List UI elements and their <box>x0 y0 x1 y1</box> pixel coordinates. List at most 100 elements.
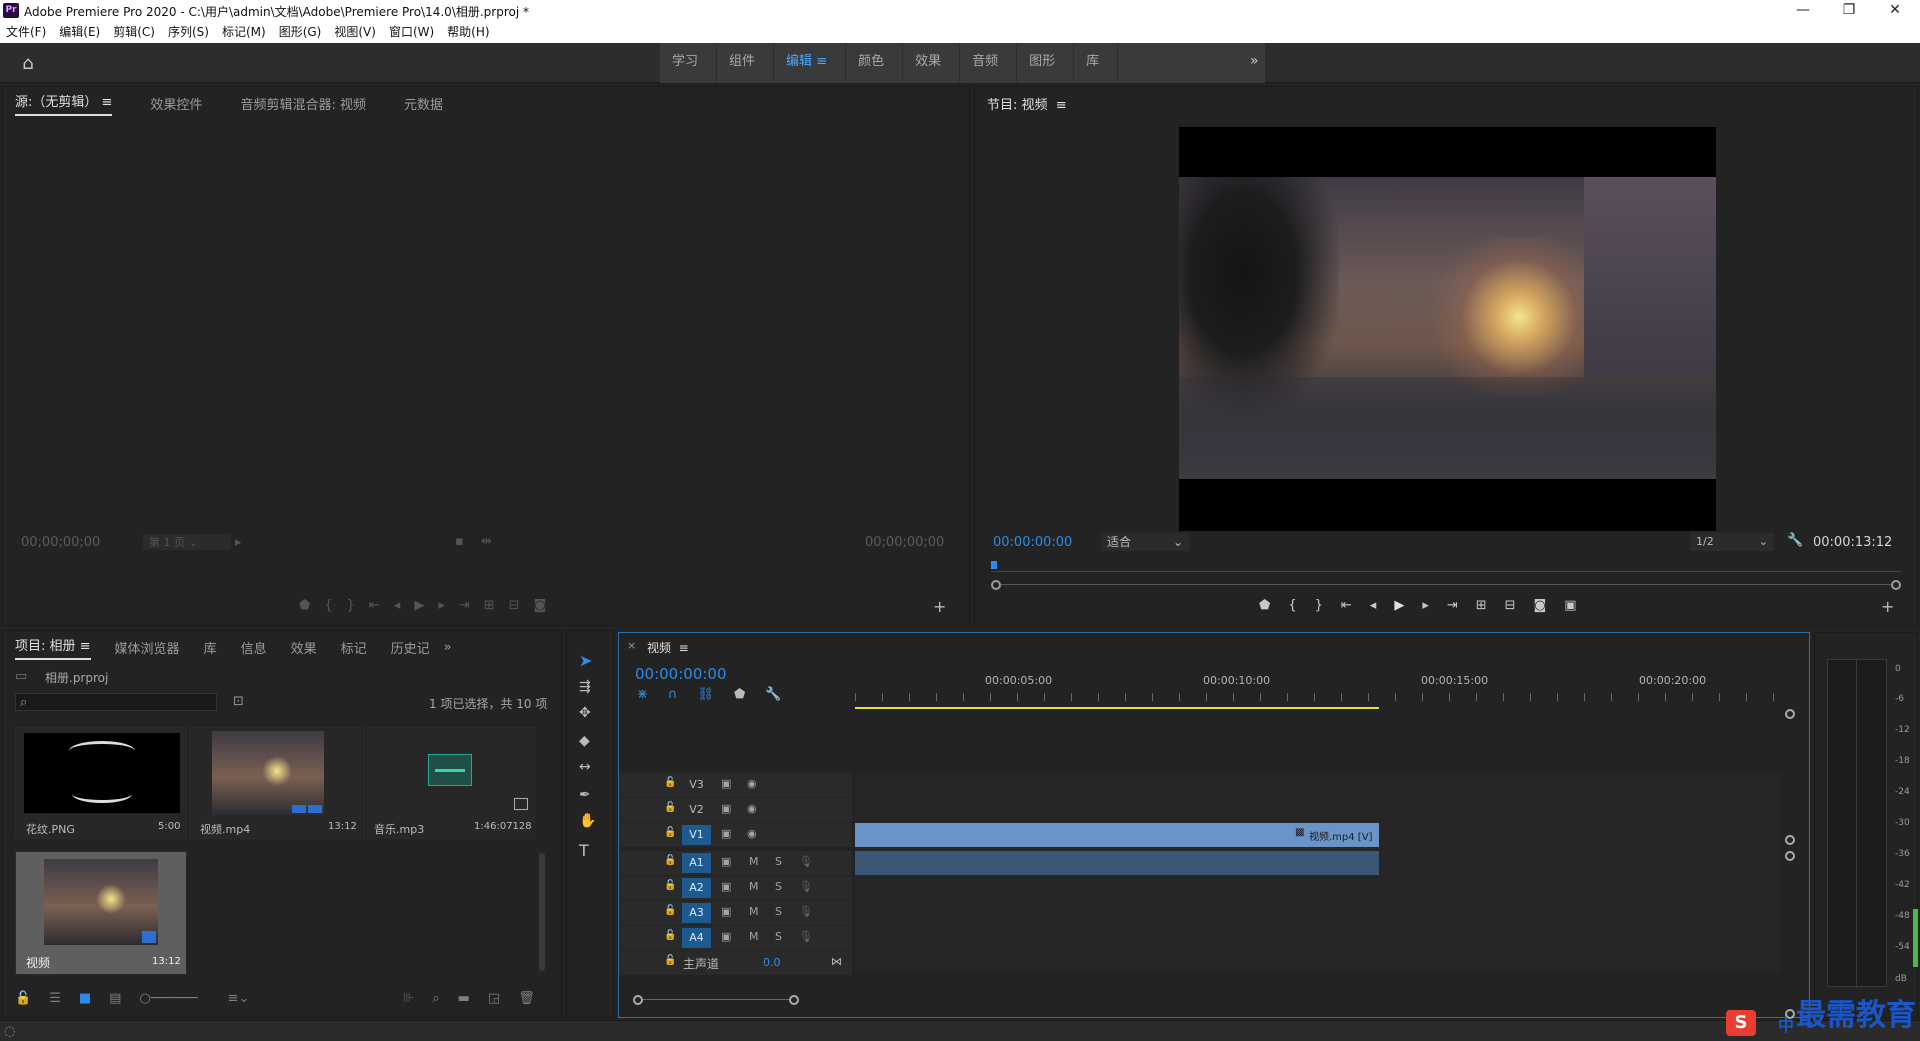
workspace-tab-effects[interactable]: 效果 <box>903 43 961 83</box>
tab-program[interactable]: 节目: 视频 ≡ <box>987 94 1067 113</box>
marker-icon[interactable]: ⬟ <box>1259 598 1270 613</box>
tab-sequence[interactable]: 视频 ≡ <box>647 639 689 656</box>
wrench-icon[interactable]: 🔧 <box>1787 533 1803 548</box>
tab-markers[interactable]: 标记 <box>341 638 367 657</box>
zoom-slider[interactable]: ○────── <box>139 991 209 1006</box>
eye-icon[interactable]: ◉ <box>747 777 757 790</box>
tab-source[interactable]: 源:（无剪辑） ≡ <box>15 91 113 116</box>
mark-out-icon[interactable]: } <box>1315 598 1323 613</box>
play-small-icon[interactable]: ▸ <box>235 535 242 550</box>
tab-history[interactable]: 历史记 <box>391 638 430 657</box>
zoom-handle-left[interactable] <box>991 580 1001 590</box>
minimize-button[interactable]: — <box>1780 0 1826 22</box>
tab-info[interactable]: 信息 <box>241 638 267 657</box>
icon-view-icon[interactable]: ■ <box>79 991 91 1006</box>
track-name[interactable]: V3 <box>682 775 711 795</box>
marker-icon[interactable]: ⬟ <box>299 598 310 613</box>
mic-icon[interactable]: 🎙 <box>799 855 813 868</box>
workspace-tab-assembly[interactable]: 组件 <box>717 43 775 83</box>
sync-lock-icon[interactable]: ▣ <box>721 827 731 840</box>
lock-icon[interactable]: 🔓 <box>664 855 676 866</box>
playhead-marker[interactable] <box>991 561 997 569</box>
hand-tool-icon[interactable]: ✋ <box>579 813 596 829</box>
mark-out-icon[interactable]: } <box>347 598 355 613</box>
menu-edit[interactable]: 编辑(E) <box>59 22 100 43</box>
audio-clip[interactable] <box>855 851 1379 875</box>
overwrite-clip-icon[interactable]: ⊟ <box>509 598 520 613</box>
video-clip[interactable]: ▩ 视频.mp4 [V] <box>855 823 1379 847</box>
snap-icon[interactable]: ∩ <box>668 687 678 702</box>
razor-tool-icon[interactable]: ◆ <box>579 733 590 749</box>
sync-lock-icon[interactable]: ▣ <box>721 880 731 893</box>
lock-icon[interactable]: 🔓 <box>664 777 676 788</box>
mic-icon[interactable]: 🎙 <box>799 905 813 918</box>
program-timecode[interactable]: 00:00:00:00 <box>993 535 1072 550</box>
mic-icon[interactable]: 🎙 <box>799 880 813 893</box>
export-frame-icon[interactable]: ◙ <box>534 598 547 613</box>
sync-lock-icon[interactable]: ▣ <box>721 905 731 918</box>
workspace-tab-color[interactable]: 颜色 <box>846 43 904 83</box>
find-icon[interactable]: ⌕ <box>432 991 439 1006</box>
eye-icon[interactable]: ◉ <box>747 827 757 840</box>
sync-lock-icon[interactable]: ▣ <box>721 777 731 790</box>
ripple-edit-tool-icon[interactable]: ✥ <box>579 705 591 721</box>
sync-lock-icon[interactable]: ▣ <box>721 855 731 868</box>
mute-button[interactable]: M <box>749 930 759 943</box>
mic-icon[interactable]: 🎙 <box>799 930 813 943</box>
solo-button[interactable]: S <box>775 880 782 893</box>
new-bin-icon[interactable]: ▬ <box>458 991 470 1006</box>
tab-audio-clip-mixer[interactable]: 音频剪辑混合器: 视频 <box>240 94 366 113</box>
sort-icon[interactable]: ≡⌄ <box>227 991 249 1006</box>
lift-icon[interactable]: ⊞ <box>1476 598 1487 613</box>
workspace-tab-editing[interactable]: 编辑 ≡ <box>774 43 847 83</box>
workspace-more-icon[interactable]: » <box>1250 53 1259 69</box>
mute-button[interactable]: M <box>749 855 759 868</box>
menu-help[interactable]: 帮助(H) <box>447 22 489 43</box>
add-button-icon[interactable]: + <box>933 597 946 616</box>
add-button-icon[interactable]: + <box>1881 597 1894 616</box>
pen-tool-icon[interactable]: ✒ <box>579 787 591 803</box>
list-view-icon[interactable]: ☰ <box>49 991 61 1006</box>
step-forward-icon[interactable]: ▸ <box>438 598 445 613</box>
step-forward-icon[interactable]: ▸ <box>1422 598 1429 613</box>
menu-marker[interactable]: 标记(M) <box>222 22 266 43</box>
nest-icon[interactable]: ⋇ <box>637 687 648 702</box>
project-item[interactable]: 视频.mp4 13:12 <box>189 727 361 839</box>
project-search-input[interactable]: ⌕ <box>15 693 217 711</box>
mute-button[interactable]: M <box>749 880 759 893</box>
zoom-handle-right[interactable] <box>1891 580 1901 590</box>
step-back-icon[interactable]: ◂ <box>394 598 401 613</box>
safe-margins-icon[interactable]: ▪ <box>455 534 464 549</box>
track-name[interactable]: V2 <box>682 800 711 820</box>
maximize-button[interactable]: ❐ <box>1826 0 1872 22</box>
zoom-handle[interactable] <box>1785 835 1795 845</box>
lock-icon[interactable]: 🔓 <box>15 991 31 1006</box>
mark-in-icon[interactable]: { <box>324 598 332 613</box>
workspace-tab-libraries[interactable]: 库 <box>1074 43 1119 83</box>
track-name[interactable]: A3 <box>682 903 711 923</box>
insert-icon[interactable]: ⇹ <box>481 534 492 549</box>
track-name[interactable]: A4 <box>682 928 711 948</box>
project-item[interactable]: 音乐.mp3 1:46:07128 <box>363 727 535 839</box>
menu-file[interactable]: 文件(F) <box>6 22 46 43</box>
sync-lock-icon[interactable]: ▣ <box>721 930 731 943</box>
export-frame-icon[interactable]: ◙ <box>1534 598 1547 613</box>
horizontal-zoom-bar[interactable] <box>633 995 803 1005</box>
zoom-handle-right[interactable] <box>789 995 799 1005</box>
master-expand-icon[interactable]: ⋈ <box>831 955 842 968</box>
solo-button[interactable]: S <box>775 855 782 868</box>
goto-out-icon[interactable]: ⇥ <box>1447 598 1458 613</box>
track-name[interactable]: A1 <box>682 853 711 873</box>
track-select-tool-icon[interactable]: ⇶ <box>579 679 591 695</box>
project-item[interactable]: 花纹.PNG 5:00 <box>15 727 187 839</box>
play-icon[interactable]: ▶ <box>414 598 424 613</box>
project-scrollbar[interactable] <box>539 853 545 971</box>
eye-icon[interactable]: ◉ <box>747 802 757 815</box>
mute-button[interactable]: M <box>749 905 759 918</box>
timeline-settings-wrench-icon[interactable]: 🔧 <box>765 687 781 702</box>
workspace-tab-learn[interactable]: 学习 <box>660 43 718 83</box>
project-item-selected[interactable]: 视频 13:12 <box>15 851 187 975</box>
menu-clip[interactable]: 剪辑(C) <box>113 22 155 43</box>
vertical-zoom-bar[interactable] <box>1785 709 1795 1019</box>
program-time-ruler[interactable] <box>991 561 1901 575</box>
